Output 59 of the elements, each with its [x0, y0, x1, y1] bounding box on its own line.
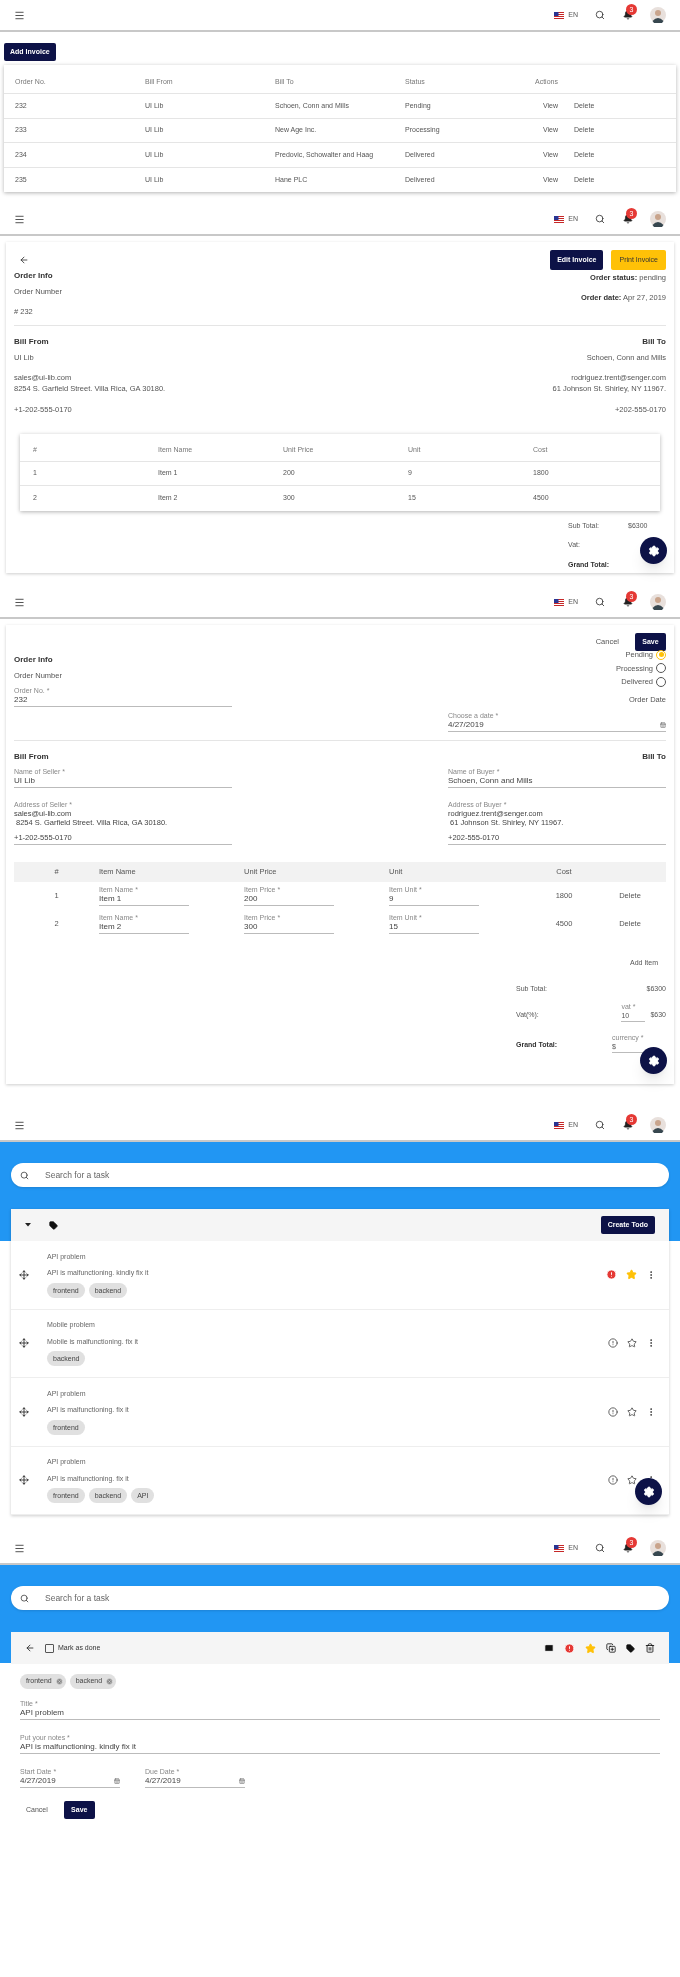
flag-icon[interactable] [554, 1544, 565, 1552]
section-title: Bill From [14, 750, 50, 763]
star-icon[interactable] [627, 1338, 637, 1349]
section-title: Order Info [14, 654, 54, 666]
alert-icon[interactable] [608, 1406, 618, 1417]
menu-icon[interactable] [14, 1119, 25, 1131]
drag-handle-icon[interactable] [19, 1269, 29, 1280]
avatar[interactable] [650, 1540, 666, 1556]
mail-icon[interactable] [544, 1643, 554, 1653]
flag-icon[interactable] [554, 11, 565, 19]
calendar-icon[interactable] [239, 1778, 245, 1784]
drag-handle-icon[interactable] [19, 1475, 29, 1486]
search-icon [20, 1593, 29, 1603]
alert-icon[interactable] [608, 1338, 618, 1349]
avatar[interactable] [650, 1117, 666, 1133]
caret-icon[interactable] [25, 1223, 31, 1227]
calendar-icon[interactable] [114, 1778, 120, 1784]
drag-handle-icon[interactable] [19, 1338, 29, 1349]
search-icon [20, 1170, 29, 1180]
search-icon[interactable] [595, 1543, 605, 1553]
search-field[interactable]: Search for a task [11, 1586, 669, 1610]
settings-button[interactable] [640, 1047, 667, 1074]
add-copy-icon[interactable] [606, 1643, 616, 1653]
drag-handle-icon[interactable] [19, 1406, 29, 1417]
label-icon[interactable] [626, 1643, 635, 1653]
back-icon[interactable] [25, 1643, 35, 1653]
menu-icon[interactable] [14, 213, 25, 225]
delete-icon[interactable] [645, 1643, 655, 1653]
star-icon[interactable] [627, 1475, 637, 1486]
flag-icon[interactable] [554, 1121, 565, 1129]
search-icon[interactable] [595, 597, 605, 607]
search-icon[interactable] [595, 1120, 605, 1130]
settings-button[interactable] [640, 537, 667, 564]
alert-icon[interactable] [608, 1475, 618, 1486]
search-icon[interactable] [595, 214, 605, 224]
flag-icon[interactable] [554, 215, 565, 223]
remove-icon[interactable] [55, 1678, 63, 1685]
star-icon[interactable] [627, 1406, 637, 1417]
remove-icon[interactable] [106, 1678, 114, 1685]
avatar[interactable] [650, 7, 666, 23]
avatar[interactable] [650, 594, 666, 610]
menu-icon[interactable] [14, 596, 25, 608]
search-field[interactable]: Search for a task [11, 1163, 669, 1187]
gear-icon [647, 1054, 660, 1067]
menu-icon[interactable] [14, 9, 25, 21]
menu-icon[interactable] [14, 1542, 25, 1554]
calendar-icon[interactable] [660, 721, 666, 728]
avatar[interactable] [650, 211, 666, 227]
label-icon[interactable] [49, 1220, 58, 1230]
gear-icon [647, 544, 660, 557]
settings-button[interactable] [635, 1478, 662, 1505]
back-icon[interactable] [19, 255, 29, 265]
section-title: Bill To [642, 750, 666, 763]
section-title: Order Info [14, 270, 54, 282]
flag-icon[interactable] [554, 598, 565, 606]
section-title: Bill To [642, 335, 666, 348]
section-title: Bill From [14, 335, 50, 348]
search-icon[interactable] [595, 10, 605, 20]
gear-icon [642, 1485, 655, 1498]
